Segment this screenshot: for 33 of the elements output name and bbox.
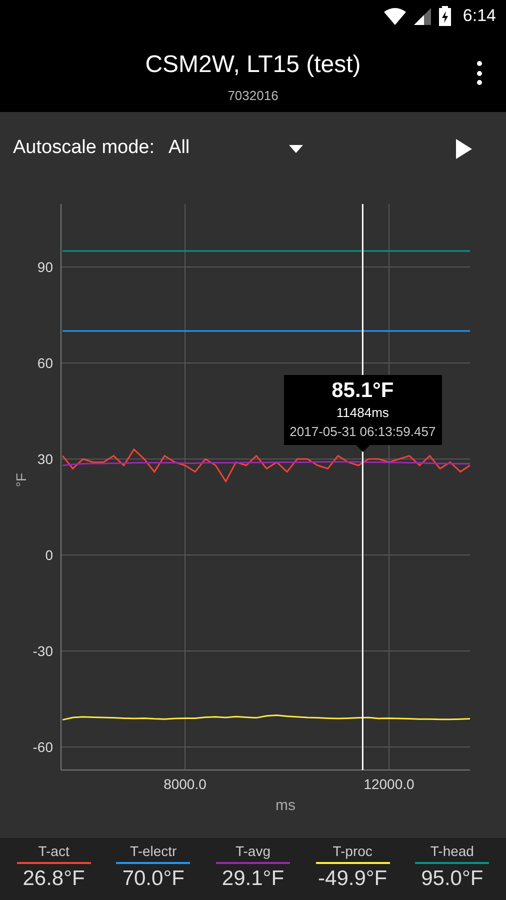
y-tick-label: 30 [37,451,53,467]
legend-label: T-proc [332,842,372,860]
signal-icon [414,8,431,24]
clock-time: 6:14 [462,5,496,28]
x-axis-title: ms [276,797,296,814]
legend-value: 70.0°F [122,866,184,892]
y-tick-label: 0 [45,547,53,563]
app-title: CSM2W, LT15 (test) [145,50,361,80]
legend-value: 26.8°F [22,866,85,892]
legend-value: 29.1°F [222,866,284,892]
tooltip-timestamp: 2017-05-31 06:13:59.457 [290,423,436,441]
x-tick-label: 8000.0 [164,776,206,792]
y-tick-label: 90 [37,259,53,276]
legend-label: T-head [430,842,474,860]
play-button[interactable] [456,138,474,158]
legend-label: T-avg [235,842,270,860]
legend-label: T-act [38,842,70,860]
y-tick-label: -30 [32,642,53,659]
tooltip-value: 85.1°F [332,378,394,404]
wifi-icon [384,8,406,24]
battery-charging-icon [438,6,451,26]
autoscale-label: Autoscale mode: [13,136,155,160]
app-subtitle: 7032016 [228,87,278,105]
y-axis-title: °F [13,472,29,488]
y-tick-label: -60 [32,738,53,755]
legend-value: -49.9°F [318,866,388,892]
caret-icon [288,144,303,152]
y-tick-label: 60 [37,355,53,372]
tooltip-time: 11484ms [336,404,389,422]
legend-label: T-electr [130,842,177,860]
autoscale-dropdown[interactable]: All [168,134,303,163]
x-tick-label: 12000.0 [364,776,414,792]
legend-value: 95.0°F [421,866,484,892]
